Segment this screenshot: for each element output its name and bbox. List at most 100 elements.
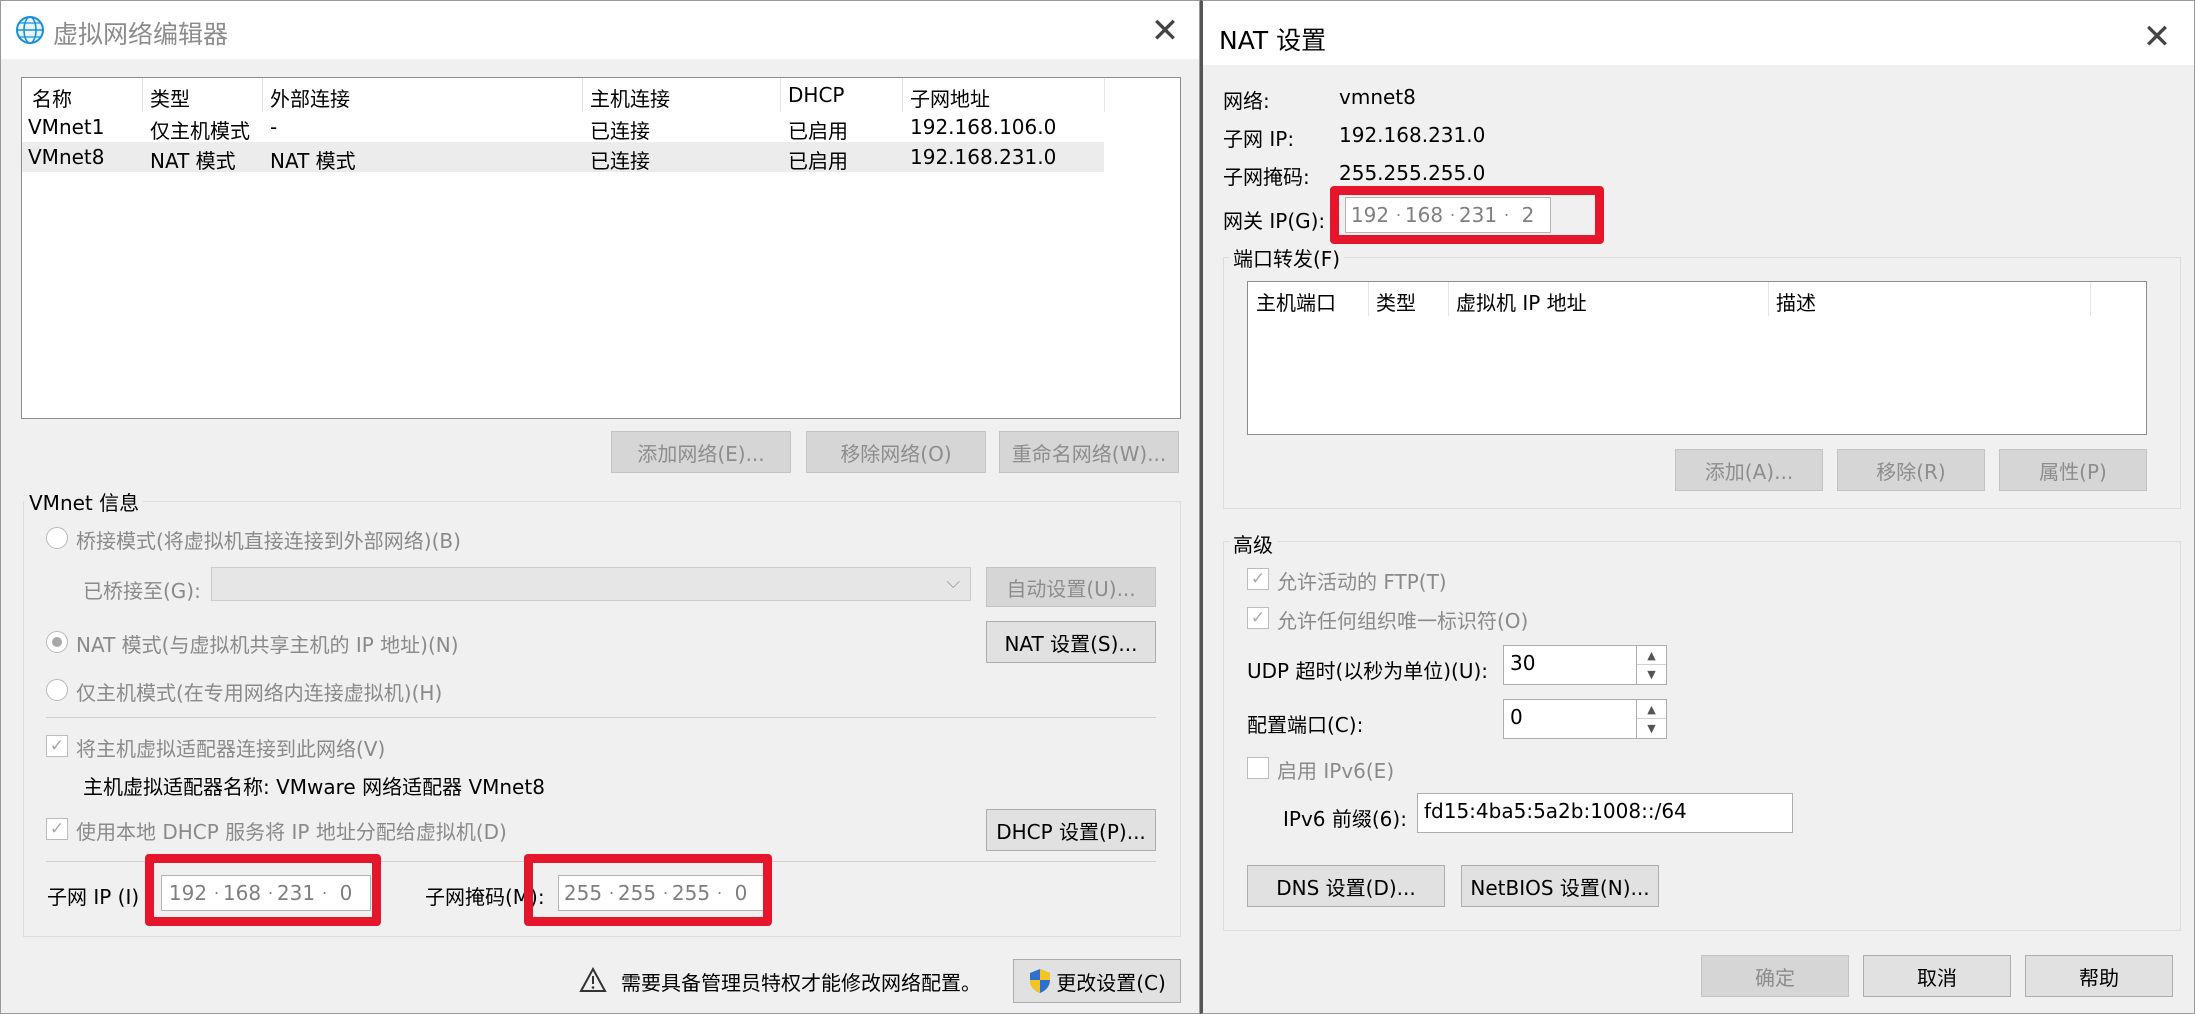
allow-ftp-checkbox[interactable]: ✓: [1247, 568, 1269, 590]
dhcp-label: 使用本地 DHCP 服务将 IP 地址分配给虚拟机(D): [76, 820, 507, 844]
subnet-ip-label: 子网 IP (I): [47, 885, 140, 909]
port-forwarding-label: 端口转发(F): [1229, 243, 1345, 272]
shield-icon: [1030, 969, 1051, 993]
column-header-subnet[interactable]: 子网地址: [910, 83, 990, 112]
allow-ftp-label: 允许活动的 FTP(T): [1277, 570, 1447, 594]
highlight-subnet-ip: [145, 854, 381, 926]
column-header-host[interactable]: 主机连接: [590, 83, 670, 112]
subnet-ip-value: 192.168.231.0: [1339, 123, 1486, 147]
column-header-dhcp[interactable]: DHCP: [788, 83, 844, 107]
enable-ipv6-label: 启用 IPv6(E): [1277, 759, 1395, 783]
dhcp-settings-button[interactable]: DHCP 设置(P)...: [986, 809, 1156, 851]
gateway-label: 网关 IP(G):: [1223, 209, 1326, 233]
bridged-radio[interactable]: [46, 527, 68, 549]
ipv6-prefix-input[interactable]: fd15:4ba5:5a2b:1008::/64: [1417, 793, 1793, 833]
change-settings-button[interactable]: 更改设置(C): [1013, 959, 1181, 1003]
dns-settings-button[interactable]: DNS 设置(D)...: [1247, 865, 1445, 907]
enable-ipv6-checkbox[interactable]: [1247, 757, 1269, 779]
subnet-mask-label: 子网掩码:: [1223, 165, 1310, 189]
port-properties-button[interactable]: 属性(P): [1999, 449, 2147, 491]
row-cell: 已启用: [788, 119, 848, 143]
row-cell: 192.168.231.0: [910, 145, 1057, 169]
dhcp-checkbox[interactable]: ✓: [46, 818, 68, 840]
ok-button[interactable]: 确定: [1701, 955, 1849, 997]
config-port-input[interactable]: 0: [1503, 699, 1637, 739]
port-forwarding-list[interactable]: 主机端口 类型 虚拟机 IP 地址 描述: [1247, 281, 2147, 435]
row-cell: 已启用: [788, 149, 848, 173]
table-row[interactable]: VMnet1 仅主机模式 - 已连接 已启用 192.168.106.0: [22, 112, 1104, 143]
highlight-subnet-mask: [524, 854, 772, 926]
row-cell: VMnet8: [28, 145, 105, 169]
row-cell: 已连接: [590, 119, 650, 143]
separator: [46, 717, 1156, 718]
config-port-stepper[interactable]: ▲ ▼: [1637, 699, 1667, 739]
globe-icon: [16, 16, 44, 44]
netbios-settings-button[interactable]: NetBIOS 设置(N)...: [1461, 865, 1659, 907]
bridged-to-label: 已桥接至(G):: [83, 579, 201, 603]
column-header-vm-ip[interactable]: 虚拟机 IP 地址: [1456, 287, 1587, 316]
column-header-type[interactable]: 类型: [150, 83, 190, 112]
config-port-value: 0: [1510, 705, 1523, 729]
highlight-gateway-ip: [1330, 186, 1604, 244]
window-title: NAT 设置: [1219, 26, 1327, 55]
network-list[interactable]: 名称 类型 外部连接 主机连接 DHCP 子网地址 VMnet1 仅主机模式 -…: [21, 77, 1181, 419]
row-cell: -: [270, 115, 278, 139]
nat-settings-window: NAT 设置 ✕ 网络: vmnet8 子网 IP: 192.168.231.0…: [1200, 0, 2195, 1014]
nat-radio[interactable]: [46, 631, 68, 653]
connect-adapter-checkbox[interactable]: ✓: [46, 735, 68, 757]
bridged-label: 桥接模式(将虚拟机直接连接到外部网络)(B): [76, 529, 461, 553]
add-network-button[interactable]: 添加网络(E)...: [611, 431, 791, 473]
advanced-label: 高级: [1229, 529, 1277, 558]
table-row[interactable]: VMnet8 NAT 模式 NAT 模式 已连接 已启用 192.168.231…: [22, 142, 1104, 173]
hostonly-label: 仅主机模式(在专用网络内连接虚拟机)(H): [76, 681, 443, 705]
remove-network-button[interactable]: 移除网络(O): [806, 431, 986, 473]
column-header-type[interactable]: 类型: [1376, 287, 1416, 316]
subnet-ip-label: 子网 IP:: [1223, 127, 1295, 151]
bridged-to-select[interactable]: ⌵: [211, 567, 971, 601]
column-header-name[interactable]: 名称: [32, 83, 72, 112]
nat-label: NAT 模式(与虚拟机共享主机的 IP 地址)(N): [76, 633, 459, 657]
udp-timeout-stepper[interactable]: ▲ ▼: [1637, 645, 1667, 685]
adapter-name-label: 主机虚拟适配器名称: VMware 网络适配器 VMnet8: [83, 775, 545, 799]
arrow-down-icon[interactable]: ▼: [1637, 665, 1666, 684]
row-cell: 仅主机模式: [150, 119, 250, 143]
arrow-down-icon[interactable]: ▼: [1637, 719, 1666, 738]
nat-settings-button[interactable]: NAT 设置(S)...: [986, 621, 1156, 663]
hostonly-radio[interactable]: [46, 679, 68, 701]
ipv6-prefix-label: IPv6 前缀(6):: [1283, 807, 1407, 831]
chevron-down-icon: ⌵: [946, 572, 960, 593]
column-header-description[interactable]: 描述: [1776, 287, 1816, 316]
udp-timeout-label: UDP 超时(以秒为单位)(U):: [1247, 659, 1489, 683]
rename-network-button[interactable]: 重命名网络(W)...: [999, 431, 1179, 473]
arrow-up-icon[interactable]: ▲: [1637, 700, 1666, 719]
column-header-host-port[interactable]: 主机端口: [1256, 287, 1336, 316]
cancel-button[interactable]: 取消: [1863, 955, 2011, 997]
list-header: 名称 类型 外部连接 主机连接 DHCP 子网地址: [22, 78, 1105, 112]
add-port-button[interactable]: 添加(A)...: [1675, 449, 1823, 491]
close-icon[interactable]: ✕: [2135, 15, 2179, 59]
list-header: 主机端口 类型 虚拟机 IP 地址 描述: [1248, 282, 2091, 316]
close-icon[interactable]: ✕: [1143, 9, 1187, 53]
title-bar: 虚拟网络编辑器 ✕: [1, 1, 1199, 59]
remove-port-button[interactable]: 移除(R): [1837, 449, 1985, 491]
network-value: vmnet8: [1339, 85, 1416, 109]
connect-adapter-label: 将主机虚拟适配器连接到此网络(V): [76, 737, 386, 761]
row-cell: VMnet1: [28, 115, 105, 139]
udp-timeout-input[interactable]: 30: [1503, 645, 1637, 685]
allow-oui-checkbox[interactable]: ✓: [1247, 607, 1269, 629]
ipv6-prefix-value: fd15:4ba5:5a2b:1008::/64: [1424, 799, 1687, 823]
auto-settings-button[interactable]: 自动设置(U)...: [986, 567, 1156, 607]
column-header-external[interactable]: 外部连接: [270, 83, 350, 112]
udp-timeout-value: 30: [1510, 651, 1536, 675]
row-cell: 已连接: [590, 149, 650, 173]
network-label: 网络:: [1223, 89, 1270, 113]
admin-note: 需要具备管理员特权才能修改网络配置。: [621, 971, 981, 995]
title-bar: NAT 设置 ✕: [1203, 1, 2194, 65]
warning-icon: [579, 967, 607, 992]
arrow-up-icon[interactable]: ▲: [1637, 646, 1666, 665]
config-port-label: 配置端口(C):: [1247, 713, 1364, 737]
row-cell: NAT 模式: [270, 149, 356, 173]
help-button[interactable]: 帮助: [2025, 955, 2173, 997]
row-cell: 192.168.106.0: [910, 115, 1057, 139]
change-settings-label: 更改设置(C): [1056, 970, 1166, 995]
